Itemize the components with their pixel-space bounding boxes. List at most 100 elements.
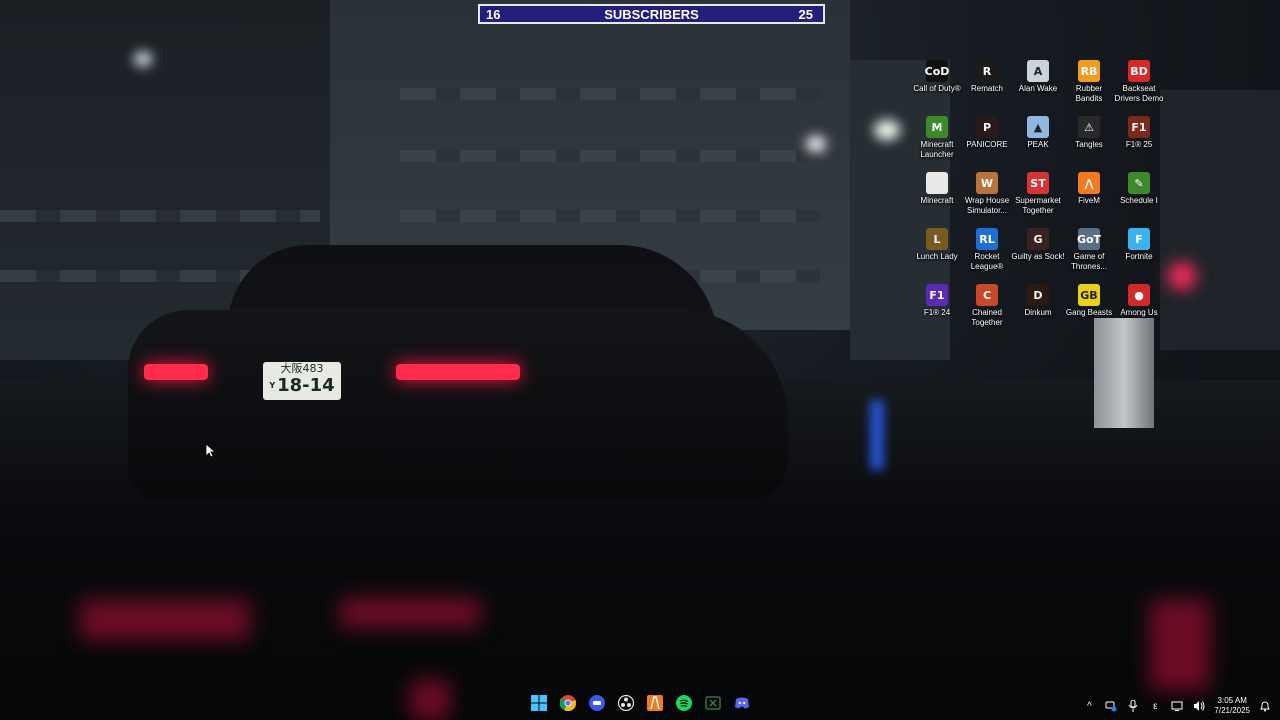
fivem-icon — [647, 694, 663, 716]
discord-icon — [734, 695, 750, 716]
desktop-shortcut[interactable]: ● Among Us — [1112, 284, 1166, 318]
desktop-shortcut[interactable]: ST Supermarket Together — [1011, 172, 1065, 216]
f1-24-icon: F1 — [926, 284, 948, 306]
clock-time: 3:05 AM — [1217, 696, 1247, 705]
desktop-shortcut[interactable]: L Lunch Lady — [910, 228, 964, 262]
car: 大阪483 Y 18-14 — [128, 240, 788, 510]
desktop-shortcut-label: PEAK — [1027, 140, 1049, 149]
desktop-shortcut-label: Dinkum — [1024, 308, 1052, 317]
discord-button[interactable] — [731, 694, 753, 716]
desktop-shortcut[interactable]: ⋀ FiveM — [1062, 172, 1116, 206]
gang-beasts-icon: GB — [1078, 284, 1100, 306]
desktop-shortcut[interactable]: BD Backseat Drivers Demo — [1112, 60, 1166, 104]
fortnite-icon: F — [1128, 228, 1150, 250]
obs-icon — [617, 694, 635, 716]
desktop-shortcut-label: Rubber Bandits — [1075, 84, 1103, 103]
spotify-button[interactable] — [673, 694, 695, 716]
rematch-icon: R — [976, 60, 998, 82]
taskbar — [528, 694, 753, 716]
desktop-shortcut[interactable]: R Rematch — [960, 60, 1014, 94]
desktop-shortcut-label: Minecraft Launcher — [920, 140, 954, 159]
notification-bell-icon[interactable] — [1258, 699, 1272, 713]
rocket-league-icon: RL — [976, 228, 998, 250]
app-button[interactable] — [586, 694, 608, 716]
desktop-shortcut-label: Rocket League® — [970, 252, 1004, 271]
desktop-shortcut[interactable]: G Guilty as Sock! — [1011, 228, 1065, 262]
desktop-shortcut[interactable]: GB Gang Beasts — [1062, 284, 1116, 318]
desktop-shortcut-label: F1® 24 — [923, 308, 951, 317]
language-indicator[interactable]: ε — [1148, 699, 1162, 713]
desktop-shortcut[interactable]: W Wrap House Simulator... — [960, 172, 1014, 216]
blue-app-icon — [589, 694, 605, 716]
peak-icon: ▲ — [1027, 116, 1049, 138]
alan-wake-icon: A — [1027, 60, 1049, 82]
game-of-thrones-icon: GoT — [1077, 228, 1101, 250]
desktop-shortcut[interactable]: F1 F1® 24 — [910, 284, 964, 318]
desktop-shortcut-label: Gang Beasts — [1065, 308, 1113, 317]
desktop-shortcut-label: PANICORE — [966, 140, 1008, 149]
app-tray-icon[interactable] — [1104, 699, 1118, 713]
fivem-icon: ⋀ — [1078, 172, 1100, 194]
desktop-shortcut[interactable]: ⚠ Tangles — [1062, 116, 1116, 150]
desktop-shortcut[interactable]: ✎ Schedule I — [1112, 172, 1166, 206]
xbox-button[interactable] — [702, 694, 724, 716]
desktop-shortcut-label: Lunch Lady — [916, 252, 958, 261]
desktop-shortcut-label: Rematch — [970, 84, 1003, 93]
obs-button[interactable] — [615, 694, 637, 716]
desktop-shortcut[interactable]: CoD Call of Duty® — [910, 60, 964, 94]
desktop-shortcut[interactable]: F1 F1® 25 — [1112, 116, 1166, 150]
chrome-button[interactable] — [557, 694, 579, 716]
desktop-shortcut-label: Guilty as Sock! — [1011, 252, 1065, 261]
xbox-app-icon — [705, 695, 721, 716]
desktop-shortcut[interactable]: GoT Game of Thrones... — [1062, 228, 1116, 272]
desktop-shortcut-label: Tangles — [1075, 140, 1103, 149]
system-tray: ^ ε 3:05 AM 7/21/2025 — [1082, 692, 1280, 720]
desktop-shortcut[interactable]: F Fortnite — [1112, 228, 1166, 262]
schedule-i-icon: ✎ — [1128, 172, 1150, 194]
clock[interactable]: 3:05 AM 7/21/2025 — [1214, 696, 1250, 716]
desktop-shortcut-label: FiveM — [1078, 196, 1100, 205]
desktop-wallpaper: 大阪483 Y 18-14 — [0, 0, 1280, 720]
rubber-bandits-icon: RB — [1078, 60, 1100, 82]
desktop-shortcut-label: Wrap House Simulator... — [964, 196, 1010, 215]
network-icon[interactable] — [1170, 699, 1184, 713]
desktop-shortcut[interactable]: D Dinkum — [1011, 284, 1065, 318]
chrome-icon — [559, 694, 577, 716]
desktop-shortcut[interactable]: P PANICORE — [960, 116, 1014, 150]
fivem-taskbar-button[interactable] — [644, 694, 666, 716]
license-plate: 大阪483 Y 18-14 — [263, 362, 341, 400]
desktop-shortcut[interactable]: ▲ PEAK — [1011, 116, 1065, 150]
subscriber-count-left: 16 — [486, 6, 501, 22]
desktop-shortcut[interactable]: Minecraft — [910, 172, 964, 206]
subscriber-count-right: 25 — [798, 6, 813, 22]
desktop-shortcut-label: Alan Wake — [1018, 84, 1058, 93]
subscriber-counter: 16 SUBSCRIBERS 25 — [478, 4, 825, 24]
plate-prefix: Y — [269, 381, 276, 390]
spotify-icon — [676, 694, 692, 716]
mouse-cursor-icon — [206, 444, 216, 458]
desktop-shortcut[interactable]: RL Rocket League® — [960, 228, 1014, 272]
desktop-shortcut[interactable]: RB Rubber Bandits — [1062, 60, 1116, 104]
desktop-shortcut[interactable]: C Chained Together — [960, 284, 1014, 328]
desktop-shortcut[interactable]: M Minecraft Launcher — [910, 116, 964, 160]
plate-number: 18-14 — [277, 375, 335, 396]
desktop-shortcut-label: Chained Together — [971, 308, 1003, 327]
desktop-shortcut-label: Minecraft — [920, 196, 954, 205]
tangles-icon: ⚠ — [1078, 116, 1100, 138]
volume-icon[interactable] — [1192, 699, 1206, 713]
minecraft-launcher-icon: M — [926, 116, 948, 138]
chained-together-icon: C — [976, 284, 998, 306]
desktop-shortcut[interactable]: A Alan Wake — [1011, 60, 1065, 94]
subscriber-counter-title: SUBSCRIBERS — [604, 6, 699, 22]
desktop-shortcut-label: Fortnite — [1125, 252, 1153, 261]
start-button[interactable] — [528, 694, 550, 716]
microphone-icon[interactable] — [1126, 699, 1140, 713]
backseat-drivers-icon: BD — [1128, 60, 1150, 82]
desktop-shortcut-label: Among Us — [1120, 308, 1158, 317]
plate-top-text: 大阪483 — [280, 362, 324, 375]
supermarket-together-icon: ST — [1027, 172, 1049, 194]
among-us-icon: ● — [1128, 284, 1150, 306]
show-hidden-icons-chevron[interactable]: ^ — [1082, 699, 1096, 713]
desktop-shortcut-label: F1® 25 — [1125, 140, 1153, 149]
call-of-duty-icon: CoD — [925, 60, 949, 82]
